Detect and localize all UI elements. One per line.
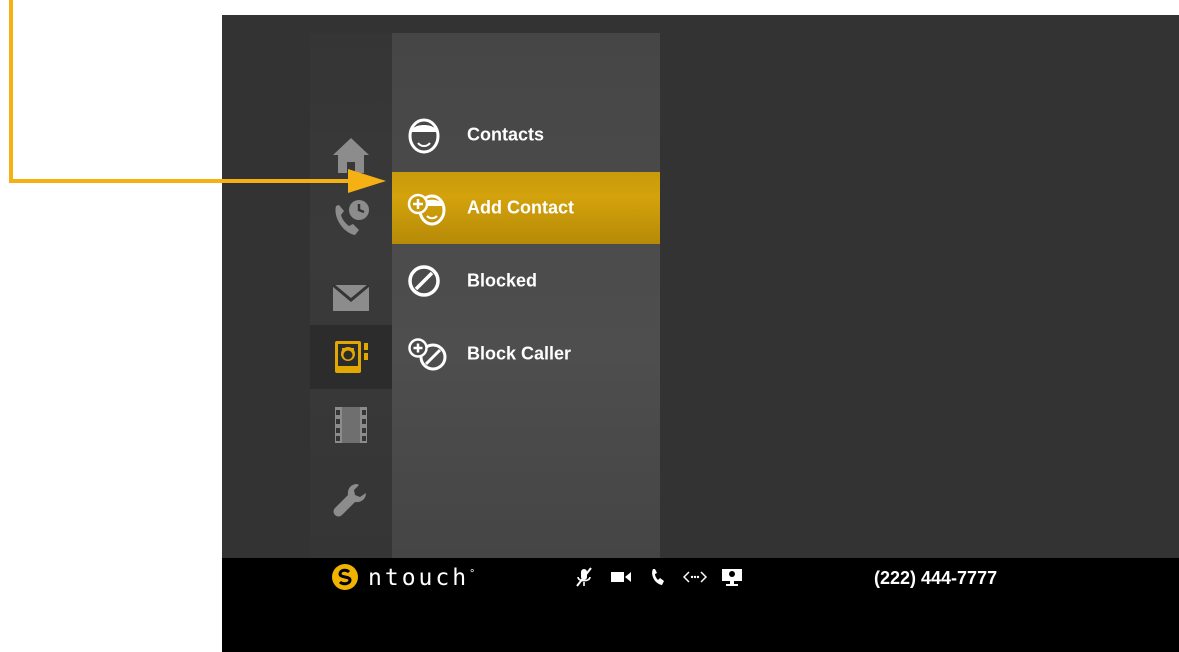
sorenson-logo-icon [332, 564, 358, 590]
menu-item-label: Block Caller [467, 343, 572, 364]
call-history-icon [335, 200, 369, 235]
callout-line-vertical [9, 0, 13, 183]
envelope-icon [332, 283, 370, 311]
contacts-book-icon [335, 341, 368, 373]
menu-item-block-caller[interactable]: Block Caller [392, 318, 660, 390]
sidebar-item-contacts[interactable] [310, 325, 392, 389]
menu-item-contacts[interactable]: Contacts [392, 99, 660, 171]
callout-line-horizontal [9, 179, 354, 183]
menu-item-label: Add Contact [467, 197, 574, 218]
connection-icon[interactable] [679, 566, 711, 588]
callout-arrow-icon [348, 169, 386, 193]
mic-muted-icon[interactable] [568, 566, 600, 588]
sidebar-nav [310, 33, 392, 558]
menu-item-blocked[interactable]: Blocked [392, 245, 660, 317]
status-icons [568, 566, 753, 588]
sidebar-item-videos[interactable] [310, 393, 392, 457]
sidebar-item-messages[interactable] [310, 265, 392, 329]
video-camera-icon[interactable] [605, 566, 637, 588]
add-contact-icon [407, 193, 446, 226]
status-bar: ntouch° (222) 444-7777 [222, 558, 1179, 652]
sidebar-item-call-history[interactable] [310, 187, 392, 251]
screen-share-icon[interactable] [716, 566, 748, 588]
menu-item-label: Blocked [467, 270, 538, 291]
blocked-icon [408, 265, 440, 297]
contact-face-icon [408, 118, 440, 154]
block-caller-icon [408, 338, 447, 371]
brand-name: ntouch° [368, 565, 476, 591]
phone-number: (222) 444-7777 [874, 568, 998, 588]
sidebar-item-settings[interactable] [310, 469, 392, 533]
menu-item-add-contact[interactable]: Add Contact [392, 172, 660, 244]
wrench-icon [333, 484, 366, 517]
film-icon [335, 407, 367, 443]
app-screen: Contacts Add Contact Blocked Block Calle… [222, 15, 1179, 652]
phone-icon[interactable] [642, 566, 674, 588]
contacts-submenu: Contacts Add Contact Blocked Block Calle… [392, 33, 660, 558]
menu-item-label: Contacts [467, 124, 545, 145]
